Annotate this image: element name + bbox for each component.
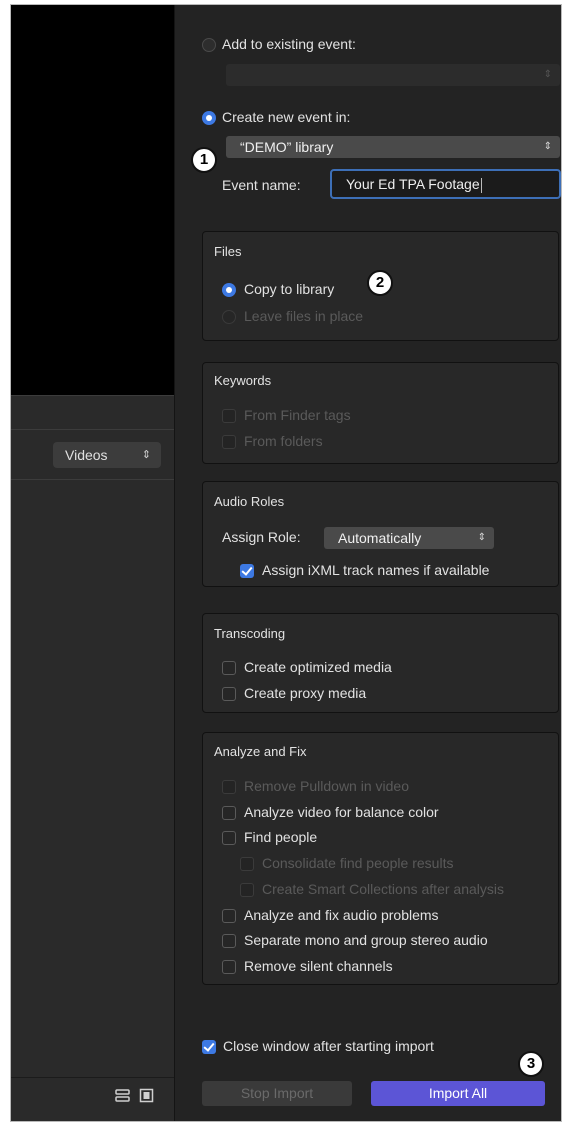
text-cursor: [480, 177, 482, 193]
find-people-label: Find people: [244, 829, 318, 845]
list-view-icon[interactable]: [115, 1088, 130, 1103]
divider: [11, 395, 174, 396]
close-window-label: Close window after starting import: [223, 1038, 434, 1054]
audio-roles-group: Audio Roles Assign Role: Automatically ⇕…: [202, 481, 559, 587]
analyze-audio-problems-checkbox[interactable]: [222, 909, 236, 923]
leave-files-in-place-label: Leave files in place: [244, 308, 364, 324]
create-new-event-radio[interactable]: [202, 111, 216, 125]
chevron-updown-icon: ⇕: [543, 141, 552, 152]
keywords-group: Keywords From Finder tags From folders: [202, 362, 559, 464]
divider: [11, 1077, 174, 1078]
media-type-select-label: Videos: [65, 447, 108, 463]
remove-silent-channels-label: Remove silent channels: [244, 958, 393, 974]
keywords-title: Keywords: [214, 373, 272, 388]
chevron-updown-icon: ⇕: [477, 532, 486, 543]
remove-pulldown-checkbox: [222, 780, 236, 794]
audio-roles-title: Audio Roles: [214, 494, 285, 509]
create-optimized-media-label: Create optimized media: [244, 659, 392, 675]
from-folders-checkbox: [222, 435, 236, 449]
close-window-checkbox[interactable]: [202, 1040, 216, 1054]
from-folders-label: From folders: [244, 433, 323, 449]
files-title: Files: [214, 244, 242, 259]
analyze-balance-color-checkbox[interactable]: [222, 806, 236, 820]
analyze-and-fix-group: Analyze and Fix Remove Pulldown in video…: [202, 732, 559, 985]
analyze-and-fix-title: Analyze and Fix: [214, 744, 307, 759]
remove-silent-channels-checkbox[interactable]: [222, 960, 236, 974]
assign-ixml-checkbox[interactable]: [240, 564, 254, 578]
callout-marker-1: 1: [191, 147, 217, 173]
media-type-select[interactable]: Videos ⇕: [53, 442, 161, 468]
event-name-value: Your Ed TPA Footage: [346, 176, 480, 192]
video-preview: [11, 5, 174, 395]
assign-ixml-label: Assign iXML track names if available: [262, 562, 490, 578]
consolidate-people-label: Consolidate find people results: [262, 855, 454, 871]
copy-to-library-label: Copy to library: [244, 281, 335, 297]
consolidate-people-checkbox: [240, 857, 254, 871]
library-select[interactable]: “DEMO” library ⇕: [226, 136, 560, 158]
smart-collections-checkbox: [240, 883, 254, 897]
remove-pulldown-label: Remove Pulldown in video: [244, 778, 409, 794]
left-browser-panel: Videos ⇕: [11, 5, 175, 1121]
add-existing-event-label: Add to existing event:: [222, 36, 356, 52]
callout-marker-2: 2: [367, 270, 393, 296]
stop-import-button: Stop Import: [202, 1081, 352, 1106]
import-window: Videos ⇕ Add to existing event: ⇕ Create…: [10, 4, 562, 1122]
copy-to-library-radio[interactable]: [222, 283, 236, 297]
find-people-checkbox[interactable]: [222, 831, 236, 845]
separate-mono-stereo-checkbox[interactable]: [222, 934, 236, 948]
from-finder-tags-label: From Finder tags: [244, 407, 351, 423]
event-name-input[interactable]: Your Ed TPA Footage: [330, 169, 561, 199]
assign-role-select[interactable]: Automatically ⇕: [324, 527, 494, 549]
assign-role-label: Assign Role:: [222, 529, 301, 545]
assign-role-value: Automatically: [338, 530, 422, 546]
divider: [11, 479, 174, 480]
divider: [11, 429, 174, 430]
smart-collections-label: Create Smart Collections after analysis: [262, 881, 504, 897]
import-all-button[interactable]: Import All: [371, 1081, 545, 1106]
library-select-value: “DEMO” library: [240, 139, 334, 155]
import-options-panel: Add to existing event: ⇕ Create new even…: [175, 5, 561, 1121]
callout-marker-3: 3: [518, 1051, 544, 1077]
create-proxy-media-label: Create proxy media: [244, 685, 367, 701]
create-proxy-media-checkbox[interactable]: [222, 687, 236, 701]
chevron-updown-icon: ⇕: [543, 69, 552, 80]
event-name-label: Event name:: [222, 177, 301, 193]
leave-files-in-place-radio: [222, 310, 236, 324]
analyze-audio-problems-label: Analyze and fix audio problems: [244, 907, 439, 923]
separate-mono-stereo-label: Separate mono and group stereo audio: [244, 932, 488, 948]
analyze-balance-color-label: Analyze video for balance color: [244, 804, 439, 820]
add-existing-event-radio[interactable]: [202, 38, 216, 52]
existing-event-select: ⇕: [226, 64, 560, 86]
create-optimized-media-checkbox[interactable]: [222, 661, 236, 675]
chevron-updown-icon: ⇕: [141, 449, 151, 461]
create-new-event-label: Create new event in:: [222, 109, 351, 125]
from-finder-tags-checkbox: [222, 409, 236, 423]
transcoding-group: Transcoding Create optimized media Creat…: [202, 613, 559, 713]
filmstrip-view-icon[interactable]: [139, 1088, 154, 1103]
transcoding-title: Transcoding: [214, 626, 286, 641]
